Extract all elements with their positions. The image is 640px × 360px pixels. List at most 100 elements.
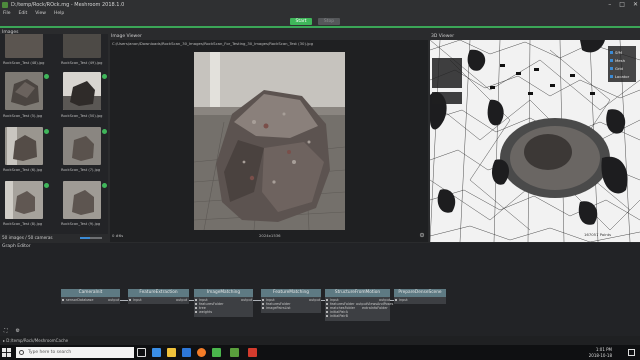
file-explorer-icon[interactable]: [167, 348, 176, 357]
node-output-port[interactable]: output: [176, 298, 187, 302]
system-clock[interactable]: 1:01 PM 2018-10-18: [572, 347, 612, 358]
port-dot-icon: [326, 311, 328, 313]
node-output-port[interactable]: extraInfoFolder: [362, 306, 388, 310]
minimize-button[interactable]: –: [608, 1, 611, 8]
point-count: 167057 Points: [584, 232, 612, 237]
browser-icon[interactable]: [197, 348, 206, 357]
viewer3d-title: 3D Viewer: [431, 34, 455, 39]
windows-start-icon[interactable]: [2, 348, 11, 357]
window-controls: – □ ✕: [608, 1, 638, 8]
port-dot-icon: [195, 299, 197, 301]
node-preparedensescene[interactable]: PrepareDenseScene: [394, 289, 446, 297]
node-input-port[interactable]: weights: [195, 310, 212, 314]
image-thumbnail[interactable]: [5, 127, 43, 165]
viewer3d-layers: SfM Mesh Grid Locator: [608, 46, 636, 82]
status-check-icon: [44, 129, 49, 134]
start-button[interactable]: Start: [290, 18, 312, 25]
window-title: D:/temp/Rock/ROck.mg - Meshroom 2018.1.0: [11, 1, 125, 8]
meshroom-taskbar-icon[interactable]: [230, 348, 239, 357]
layer-mesh[interactable]: Mesh: [610, 56, 634, 64]
terminal-icon[interactable]: [212, 348, 221, 357]
edge-browser-icon[interactable]: [152, 348, 161, 357]
status-check-icon: [44, 183, 49, 188]
port-dot-icon: [195, 311, 197, 313]
port-dot-icon: [326, 315, 328, 317]
view-controls-panel[interactable]: [432, 92, 462, 104]
layer-locator[interactable]: Locator: [610, 72, 634, 80]
node-structurefrommotion[interactable]: StructureFromMotion: [325, 289, 390, 297]
port-dot-icon: [395, 299, 397, 301]
graph-editor-title: Graph Editor: [2, 244, 31, 249]
images-panel: RockScan_Test (48).jpg RockScan_Test (49…: [0, 34, 108, 234]
port-dot-icon: [262, 299, 264, 301]
taskbar-search-input[interactable]: Type here to search: [16, 347, 134, 358]
image-thumbnail[interactable]: [63, 34, 101, 58]
notification-icon[interactable]: [628, 349, 635, 356]
port-dot-icon: [195, 303, 197, 305]
camera-controls-panel[interactable]: [432, 58, 462, 88]
rock-photo-icon: [5, 127, 43, 165]
fit-view-icon[interactable]: ⛶: [4, 328, 8, 334]
checkbox-icon: [610, 50, 613, 54]
node-input-port[interactable]: input: [129, 298, 142, 302]
checkbox-icon: [610, 58, 613, 62]
node-input-port[interactable]: initialPairB: [326, 314, 348, 318]
image-path: C:/Users/anon/Downloads/RockScan_30_Imag…: [112, 41, 314, 46]
node-input-port[interactable]: imagePairsList: [262, 306, 291, 310]
settings-icon[interactable]: ⚙: [16, 328, 20, 334]
image-thumbnail[interactable]: [5, 34, 43, 58]
node-input-port[interactable]: input: [395, 298, 408, 302]
port-dot-icon: [129, 299, 131, 301]
store-icon[interactable]: [182, 348, 191, 357]
graph-edge: [253, 300, 261, 301]
meshroom-app-icon: [2, 1, 8, 8]
status-bar: ▸ D:/temp/Rock/MeshroomCache: [0, 336, 640, 345]
node-input-port[interactable]: sensorDatabase: [62, 298, 93, 302]
rock-photo-icon: [5, 72, 43, 110]
port-dot-icon: [326, 299, 328, 301]
image-thumbnail[interactable]: [63, 72, 101, 110]
settings-icon[interactable]: [419, 232, 425, 238]
status-check-icon: [102, 74, 107, 79]
status-check-icon: [102, 183, 107, 188]
thumbnail-caption: RockScan_Test (8).jpg: [3, 222, 43, 226]
image-thumbnail[interactable]: [63, 127, 101, 165]
node-featurematching[interactable]: FeatureMatching: [261, 289, 321, 297]
menu-file[interactable]: File: [3, 11, 11, 16]
node-imagematching[interactable]: ImageMatching: [194, 289, 253, 297]
thumbnail-caption: RockScan_Test (48).jpg: [3, 61, 45, 65]
app-icon[interactable]: [248, 348, 257, 357]
menu-edit[interactable]: Edit: [19, 11, 28, 16]
stop-button[interactable]: Stop: [318, 18, 340, 25]
close-button[interactable]: ✕: [633, 1, 638, 8]
rock-photo-icon: [63, 181, 101, 219]
maximize-button[interactable]: □: [619, 1, 625, 8]
image-thumbnail[interactable]: [5, 72, 43, 110]
menu-bar: File Edit View Help: [0, 9, 640, 17]
layer-grid[interactable]: Grid: [610, 64, 634, 72]
node-featureextraction[interactable]: FeatureExtraction: [128, 289, 189, 297]
menu-help[interactable]: Help: [54, 11, 64, 16]
image-thumbnail[interactable]: [5, 181, 43, 219]
node-camerainit[interactable]: CameraInit: [61, 289, 120, 297]
menu-view[interactable]: View: [35, 11, 46, 16]
port-dot-icon: [262, 307, 264, 309]
port-dot-icon: [62, 299, 64, 301]
compute-progress-bar: [0, 26, 640, 28]
graph-edge: [120, 300, 128, 301]
node-output-port[interactable]: output: [108, 298, 119, 302]
node-output-port[interactable]: output: [309, 298, 320, 302]
rock-photo[interactable]: [194, 52, 345, 230]
status-check-icon: [102, 129, 107, 134]
run-bar: Start Stop: [0, 17, 640, 26]
layer-sfm[interactable]: SfM: [610, 48, 634, 56]
task-view-icon[interactable]: [137, 348, 146, 357]
image-thumbnail[interactable]: [63, 181, 101, 219]
search-icon: [19, 350, 24, 355]
node-output-port[interactable]: output: [241, 298, 252, 302]
thumbnail-caption: RockScan_Test (49).jpg: [61, 61, 103, 65]
thumbnail-caption: RockScan_Test (7).jpg: [61, 168, 101, 172]
thumbnail-caption: RockScan_Test (50).jpg: [61, 114, 103, 118]
rock-image-icon: [194, 52, 345, 230]
image-resolution: 2024x1536: [259, 233, 281, 238]
